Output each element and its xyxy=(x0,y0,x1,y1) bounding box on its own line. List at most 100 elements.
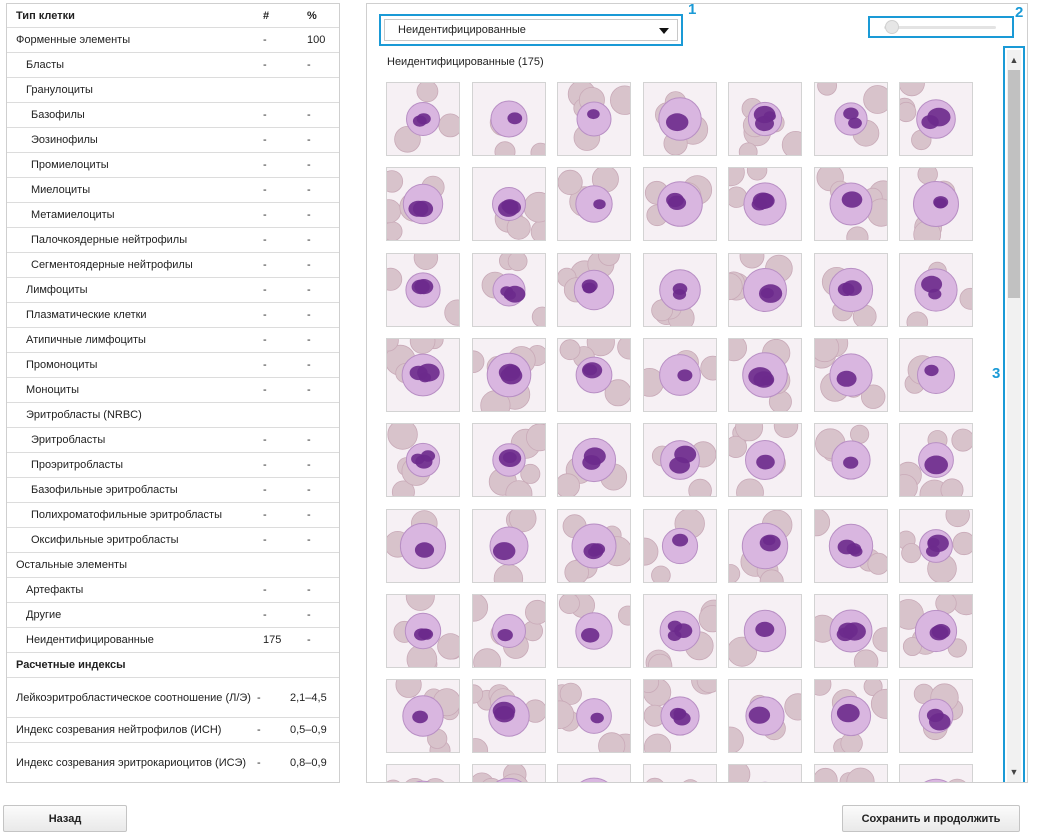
cell-thumbnail[interactable] xyxy=(472,253,546,327)
cell-thumbnail[interactable] xyxy=(814,338,888,412)
cell-thumbnail[interactable] xyxy=(386,594,460,668)
cell-thumbnail[interactable] xyxy=(643,167,717,241)
cell-thumbnail[interactable] xyxy=(472,82,546,156)
cell-thumbnail[interactable] xyxy=(386,764,460,782)
cell-thumbnail[interactable] xyxy=(386,423,460,497)
cell-thumbnail[interactable] xyxy=(899,253,973,327)
cell-thumbnail[interactable] xyxy=(899,509,973,583)
cell-thumbnail[interactable] xyxy=(814,167,888,241)
slider-track[interactable] xyxy=(884,26,996,29)
cell-thumbnail[interactable] xyxy=(386,167,460,241)
cell-thumbnail[interactable] xyxy=(386,338,460,412)
cell-thumbnail[interactable] xyxy=(643,679,717,753)
cell-thumbnail[interactable] xyxy=(557,82,631,156)
cell-thumbnail[interactable] xyxy=(814,594,888,668)
cell-thumbnail[interactable] xyxy=(472,594,546,668)
cell-thumbnail[interactable] xyxy=(386,253,460,327)
cell-thumbnail[interactable] xyxy=(643,338,717,412)
cell-thumbnail[interactable] xyxy=(899,679,973,753)
cell-thumbnail[interactable] xyxy=(899,423,973,497)
header-percent: % xyxy=(307,9,317,22)
cell-thumbnail[interactable] xyxy=(899,82,973,156)
row-percent: - xyxy=(307,334,311,346)
table-row: Эозинофилы - - xyxy=(7,128,339,153)
cell-thumbnail[interactable] xyxy=(814,253,888,327)
cell-thumbnail[interactable] xyxy=(386,82,460,156)
cell-thumbnail[interactable] xyxy=(899,764,973,782)
cell-class-dropdown[interactable]: Неидентифицированные xyxy=(379,14,683,46)
cell-thumbnail[interactable] xyxy=(728,764,802,782)
row-cell-type: Плазматические клетки xyxy=(26,309,147,321)
cell-thumbnail[interactable] xyxy=(386,509,460,583)
caret-down-icon[interactable] xyxy=(659,28,669,34)
chevron-up-icon[interactable]: ▲ xyxy=(1007,52,1021,68)
indices-title: Расчетные индексы xyxy=(16,659,126,671)
cell-thumbnail[interactable] xyxy=(814,764,888,782)
scrollbar-thumb[interactable] xyxy=(1008,70,1020,298)
cell-thumbnail[interactable] xyxy=(814,509,888,583)
cell-thumbnail[interactable] xyxy=(728,423,802,497)
cell-thumbnail[interactable] xyxy=(728,167,802,241)
row-count: - xyxy=(263,609,267,621)
slider-handle[interactable] xyxy=(885,20,899,34)
section-title: Неидентифицированные (175) xyxy=(387,56,544,68)
cell-thumbnail[interactable] xyxy=(814,423,888,497)
cell-thumbnail[interactable] xyxy=(557,167,631,241)
index-row: Лейкоэритробластическое соотношение (Л/Э… xyxy=(7,678,339,718)
row-cell-type: Промоноциты xyxy=(26,359,98,371)
cell-thumbnail[interactable] xyxy=(472,509,546,583)
cell-thumbnail[interactable] xyxy=(643,764,717,782)
cell-thumbnail[interactable] xyxy=(728,679,802,753)
cell-thumbnail[interactable] xyxy=(643,423,717,497)
row-cell-type: Проэритробласты xyxy=(31,459,124,471)
cell-thumbnail[interactable] xyxy=(557,509,631,583)
cell-thumbnail[interactable] xyxy=(899,338,973,412)
table-row: Оксифильные эритробласты - - xyxy=(7,528,339,553)
cell-thumbnail[interactable] xyxy=(557,679,631,753)
chevron-down-icon[interactable]: ▼ xyxy=(1007,764,1021,780)
cell-thumbnail[interactable] xyxy=(386,679,460,753)
cell-thumbnail[interactable] xyxy=(643,594,717,668)
cell-thumbnail[interactable] xyxy=(557,764,631,782)
cell-thumbnail[interactable] xyxy=(728,509,802,583)
cell-class-select[interactable]: Неидентифицированные xyxy=(384,19,678,41)
cell-thumbnail[interactable] xyxy=(899,594,973,668)
back-button[interactable]: Назад xyxy=(3,805,127,832)
table-row: Моноциты - - xyxy=(7,378,339,403)
row-cell-type: Неидентифицированные xyxy=(26,634,154,646)
cell-thumbnail[interactable] xyxy=(472,679,546,753)
row-percent: - xyxy=(307,234,311,246)
zoom-slider[interactable] xyxy=(868,16,1014,38)
row-count: - xyxy=(263,109,267,121)
cell-thumbnail[interactable] xyxy=(643,509,717,583)
cell-thumbnail[interactable] xyxy=(814,679,888,753)
index-range: 0,5–0,9 xyxy=(290,724,327,736)
gallery-scrollbar[interactable]: ▲ ▼ xyxy=(1003,46,1025,782)
cell-thumbnail[interactable] xyxy=(728,338,802,412)
cell-thumbnail[interactable] xyxy=(557,253,631,327)
table-row: Палочкоядерные нейтрофилы - - xyxy=(7,228,339,253)
cell-thumbnail[interactable] xyxy=(728,594,802,668)
row-cell-type: Другие xyxy=(26,609,62,621)
cell-thumbnail[interactable] xyxy=(472,764,546,782)
cell-thumbnail[interactable] xyxy=(814,82,888,156)
cell-thumbnail[interactable] xyxy=(643,253,717,327)
row-percent: - xyxy=(307,534,311,546)
row-count: - xyxy=(263,184,267,196)
row-percent: - xyxy=(307,359,311,371)
cell-thumbnail[interactable] xyxy=(557,594,631,668)
cell-thumbnail[interactable] xyxy=(557,338,631,412)
cell-thumbnail[interactable] xyxy=(472,423,546,497)
cell-thumbnail[interactable] xyxy=(643,82,717,156)
row-count: - xyxy=(263,234,267,246)
cell-thumbnail[interactable] xyxy=(728,82,802,156)
table-row: Базофильные эритробласты - - xyxy=(7,478,339,503)
cell-thumbnail[interactable] xyxy=(472,167,546,241)
save-continue-button[interactable]: Сохранить и продолжить xyxy=(842,805,1020,832)
cell-thumbnail[interactable] xyxy=(728,253,802,327)
cell-thumbnail[interactable] xyxy=(557,423,631,497)
row-count: 175 xyxy=(263,634,282,646)
index-value: - xyxy=(257,691,261,704)
cell-thumbnail[interactable] xyxy=(899,167,973,241)
cell-thumbnail[interactable] xyxy=(472,338,546,412)
